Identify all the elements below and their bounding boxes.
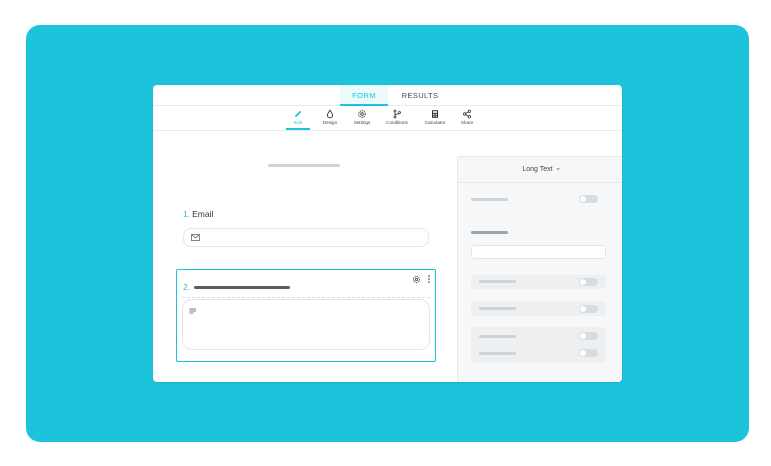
tool-calculator[interactable]: Calculator — [421, 108, 449, 130]
more-options-icon[interactable] — [427, 274, 431, 284]
setting-label-placeholder — [479, 352, 516, 355]
question-1-number: 1. — [183, 209, 191, 219]
pencil-icon — [295, 110, 302, 117]
setting-row — [471, 302, 606, 316]
envelope-icon — [191, 234, 200, 241]
setting-label-placeholder — [471, 198, 508, 201]
editor-toolbar: Edit Design Settings Conditions Calculat… — [153, 106, 622, 131]
setting-label-placeholder — [479, 307, 516, 310]
tool-conditions-label: Conditions — [386, 120, 408, 125]
tool-settings[interactable]: Settings — [350, 108, 374, 130]
form-builder-window: FORM RESULTS Edit Design Settings Condit… — [153, 85, 622, 382]
chevron-down-icon: ▿ — [556, 167, 560, 173]
text-lines-icon — [189, 308, 196, 314]
setting-toggle[interactable] — [579, 305, 598, 313]
setting-label-placeholder — [479, 335, 516, 338]
question-2-card[interactable]: 2. — [176, 269, 436, 362]
question-1-title[interactable]: 1. Email — [183, 209, 213, 219]
setting-label-placeholder — [479, 280, 516, 283]
tool-share-label: Share — [460, 120, 474, 125]
setting-group — [471, 327, 606, 363]
long-text-input[interactable] — [182, 299, 430, 350]
gear-icon — [358, 110, 366, 118]
setting-toggle[interactable] — [579, 349, 598, 357]
tool-share[interactable]: Share — [456, 108, 478, 130]
field-type-label: Long Text — [522, 166, 553, 173]
field-settings-panel: Long Text ▿ — [457, 156, 622, 382]
tab-results[interactable]: RESULTS — [396, 85, 444, 106]
field-type-selector[interactable]: Long Text ▿ — [458, 157, 622, 183]
branch-icon — [393, 109, 401, 119]
tool-settings-label: Settings — [353, 120, 371, 125]
setting-toggle[interactable] — [579, 278, 598, 286]
calculator-icon — [432, 110, 438, 118]
top-tab-bar: FORM RESULTS — [153, 85, 622, 106]
tool-edit[interactable]: Edit — [286, 108, 310, 130]
setting-toggle[interactable] — [579, 332, 598, 340]
tool-design[interactable]: Design — [319, 108, 341, 130]
tab-form[interactable]: FORM — [340, 85, 388, 106]
setting-label-placeholder — [471, 231, 508, 234]
question-2-number: 2. — [183, 282, 191, 292]
tool-conditions[interactable]: Conditions — [383, 108, 411, 130]
tool-calculator-label: Calculator — [424, 120, 446, 125]
tool-design-label: Design — [322, 120, 338, 125]
question-2-title-placeholder — [194, 286, 290, 289]
setting-row — [471, 275, 606, 289]
question-2-divider — [182, 297, 430, 298]
setting-toggle[interactable] — [579, 195, 598, 203]
email-input[interactable] — [183, 228, 429, 247]
question-1-label: Email — [192, 209, 214, 219]
share-icon — [463, 109, 471, 119]
form-title-placeholder — [268, 164, 340, 167]
question-settings-icon[interactable] — [412, 275, 421, 284]
tool-edit-label: Edit — [294, 120, 302, 125]
setting-text-input[interactable] — [471, 245, 606, 259]
droplet-icon — [326, 109, 334, 119]
